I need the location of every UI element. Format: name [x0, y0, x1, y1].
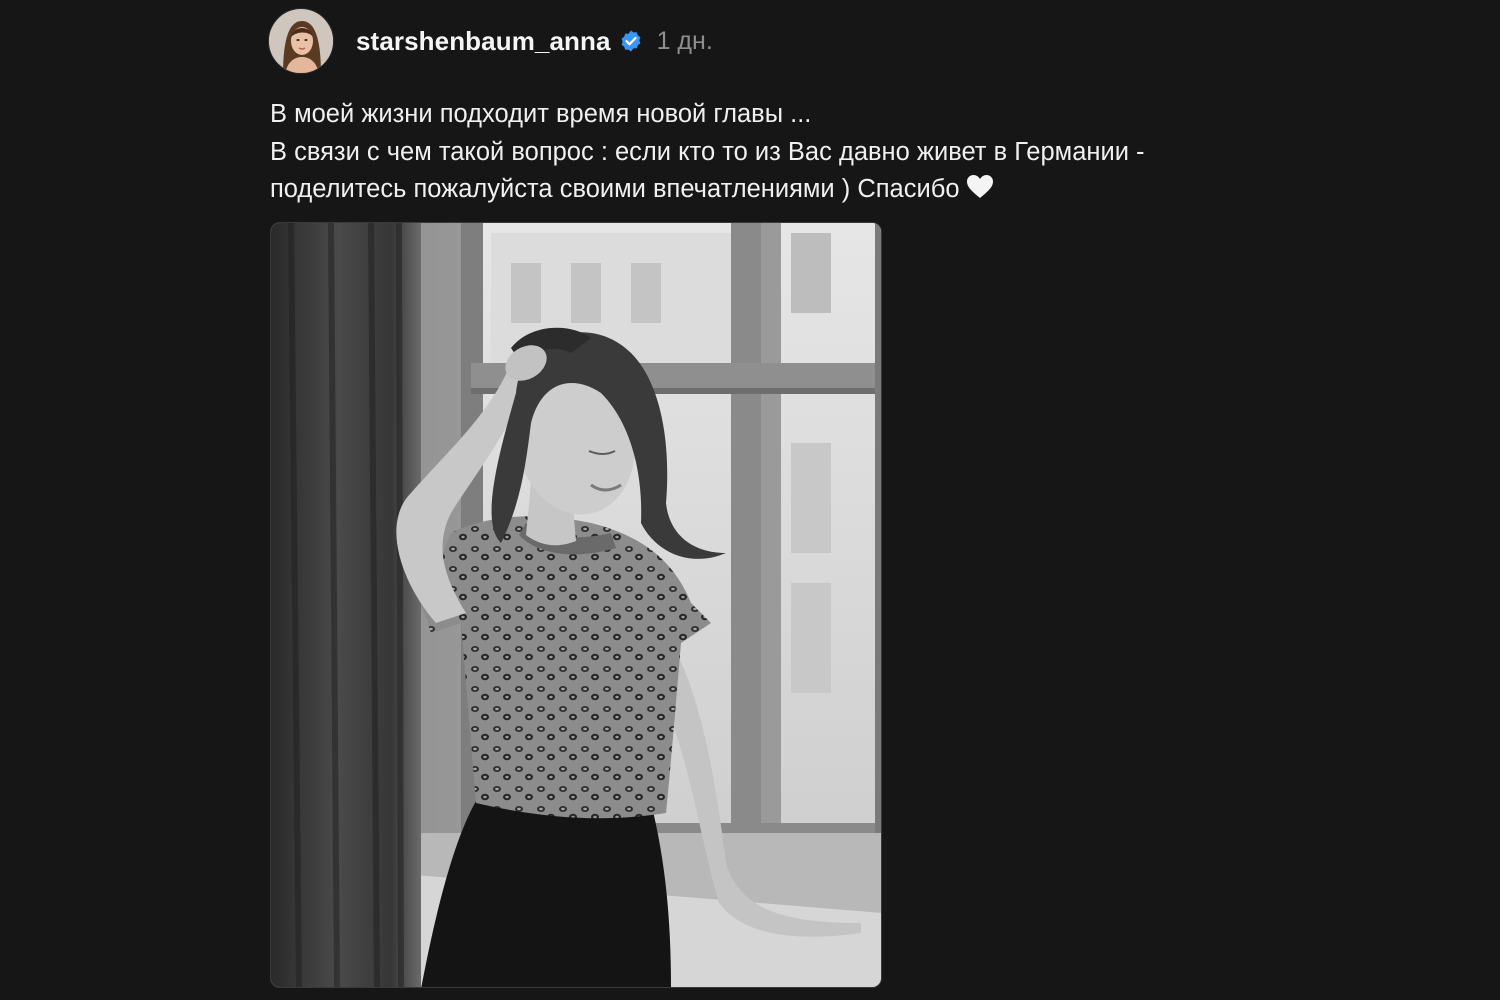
caption-line-text: поделитесь пожалуйста своими впечатления… — [270, 175, 960, 203]
photo-image — [271, 223, 881, 987]
avatar[interactable] — [268, 8, 334, 74]
username[interactable]: starshenbaum_anna — [356, 26, 611, 57]
post-photo[interactable] — [270, 222, 882, 988]
caption-line: В связи с чем такой вопрос : если кто то… — [270, 137, 1145, 166]
caption-line: поделитесь пожалуйста своими впечатления… — [270, 171, 1250, 212]
post: starshenbaum_anna 1 дн. В моей жизни под… — [0, 0, 1500, 1000]
white-heart-icon — [966, 174, 994, 212]
post-caption: В моей жизни подходит время новой главы … — [270, 96, 1250, 212]
caption-line: В моей жизни подходит время новой главы … — [270, 100, 812, 128]
post-timestamp[interactable]: 1 дн. — [657, 27, 713, 56]
verified-badge-icon — [619, 29, 643, 53]
post-header: starshenbaum_anna 1 дн. — [268, 8, 713, 74]
avatar-image — [269, 9, 333, 73]
